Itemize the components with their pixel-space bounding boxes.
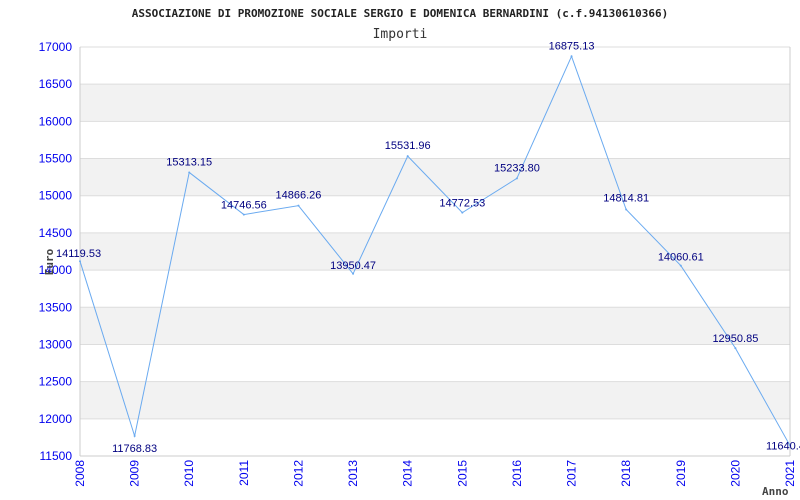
y-tick-label: 12000 <box>39 412 73 426</box>
x-axis-label: Anno <box>762 485 789 498</box>
y-tick-label: 16500 <box>39 77 73 91</box>
data-label: 12950.85 <box>712 333 758 345</box>
x-tick-label: 2020 <box>728 460 742 487</box>
data-point <box>679 264 682 267</box>
x-tick-label: 2021 <box>783 460 797 487</box>
data-point <box>406 155 409 158</box>
chart-title: ASSOCIAZIONE DI PROMOZIONE SOCIALE SERGI… <box>132 7 668 20</box>
y-tick-label: 16000 <box>39 114 73 128</box>
x-tick-label: 2012 <box>291 460 305 487</box>
data-label: 15233.80 <box>494 162 540 174</box>
data-point <box>734 347 737 350</box>
data-point <box>79 260 81 263</box>
line-chart: ASSOCIAZIONE DI PROMOZIONE SOCIALE SERGI… <box>39 7 800 498</box>
x-tick-label: 2010 <box>182 460 196 487</box>
data-label: 14814.81 <box>603 192 649 204</box>
y-tick-label: 15000 <box>39 189 73 203</box>
x-tick-label: 2019 <box>674 460 688 487</box>
grid-band <box>80 84 790 122</box>
data-point <box>515 177 518 180</box>
y-tick-label: 11500 <box>40 449 73 463</box>
x-tick-label: 2011 <box>237 460 251 486</box>
data-label: 14866.26 <box>276 190 322 202</box>
data-label: 13950.47 <box>330 260 376 272</box>
x-tick-label: 2017 <box>565 460 579 487</box>
y-tick-label: 15500 <box>39 152 73 166</box>
data-label: 14772.53 <box>439 198 485 210</box>
data-label: 14060.61 <box>658 252 704 264</box>
data-label: 11768.83 <box>112 443 157 455</box>
x-tick-label: 2009 <box>128 460 142 487</box>
x-tick-label: 2016 <box>510 460 524 487</box>
grid-band <box>80 381 790 419</box>
data-point <box>461 211 464 214</box>
x-tick-label: 2014 <box>401 460 415 487</box>
data-point <box>297 204 300 207</box>
y-axis-label: Euro <box>43 248 56 275</box>
y-tick-label: 17000 <box>39 40 73 54</box>
data-label: 15531.96 <box>385 140 431 152</box>
data-point <box>570 55 573 58</box>
data-point <box>133 435 136 438</box>
x-tick-label: 2013 <box>346 460 360 487</box>
data-label: 14746.56 <box>221 200 267 212</box>
data-label: 11640.4 <box>766 441 800 453</box>
data-label: 15313.15 <box>166 156 212 168</box>
data-point <box>188 171 191 174</box>
x-tick-label: 2008 <box>73 460 87 487</box>
data-label: 16875.13 <box>549 40 595 52</box>
y-tick-label: 13000 <box>39 337 73 351</box>
data-point <box>625 208 628 211</box>
y-tick-label: 13500 <box>39 300 73 314</box>
data-point <box>352 272 355 275</box>
chart-subtitle: Importi <box>373 27 428 42</box>
x-tick-label: 2018 <box>619 460 633 487</box>
x-tick-label: 2015 <box>455 460 469 487</box>
data-point <box>242 213 245 216</box>
grid-band <box>80 307 790 345</box>
y-tick-label: 14500 <box>39 226 73 240</box>
data-label: 14119.53 <box>56 248 101 260</box>
y-tick-label: 12500 <box>39 375 73 389</box>
